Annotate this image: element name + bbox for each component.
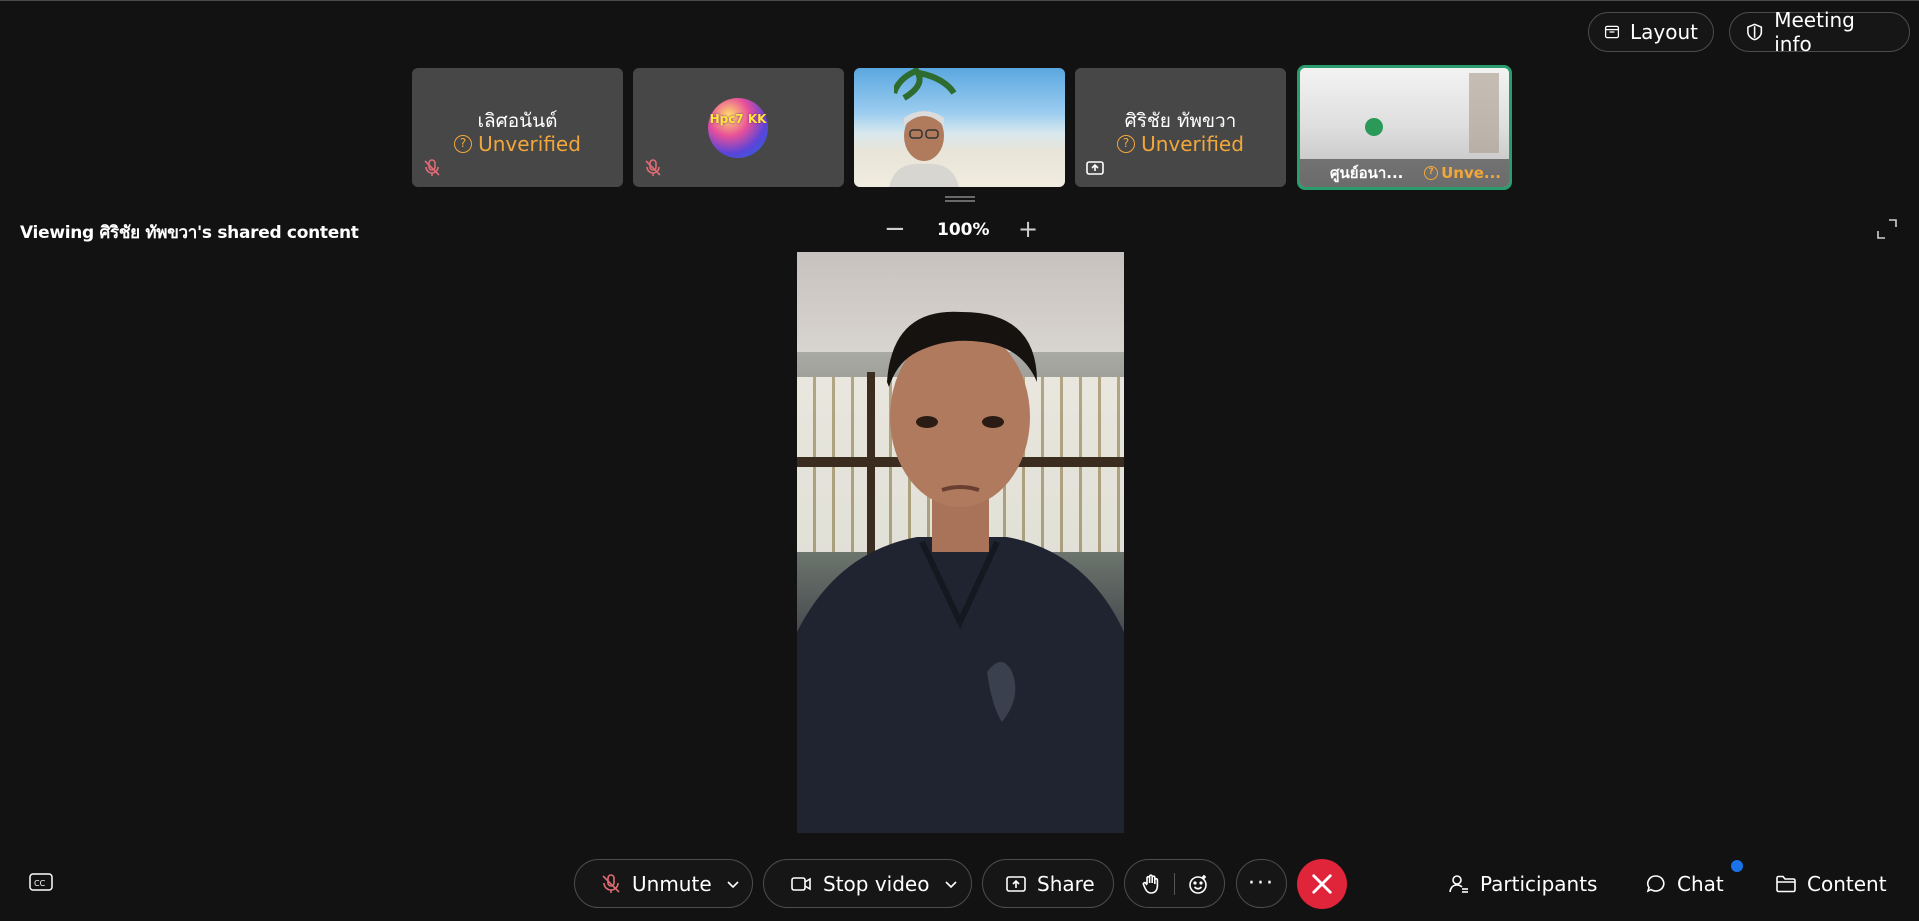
participant-video-tile[interactable] (854, 68, 1065, 187)
status-label: Unverified (1141, 132, 1244, 156)
closed-captions-icon[interactable]: CC (29, 873, 53, 893)
resize-handle[interactable] (945, 196, 975, 202)
shared-content-video (797, 252, 1124, 833)
svg-text:CC: CC (34, 879, 46, 888)
more-icon: ··· (1248, 871, 1275, 896)
zoom-level: 100% (937, 220, 990, 240)
content-label: Content (1807, 872, 1887, 896)
organization-logo (1365, 118, 1383, 136)
zoom-in-button[interactable]: + (1018, 217, 1038, 242)
layout-label: Layout (1630, 20, 1698, 44)
share-screen-icon (1086, 161, 1104, 175)
participant-overlay: ศูนย์อนา... ? Unve... (1300, 159, 1509, 187)
camera-icon (791, 876, 811, 891)
meeting-info-button[interactable]: Meeting info (1729, 8, 1910, 56)
window-top-border (0, 0, 1919, 1)
stop-video-button[interactable]: Stop video (763, 859, 972, 908)
unmute-button[interactable]: Unmute (574, 859, 753, 908)
layout-icon (1604, 25, 1620, 39)
content-button[interactable]: Content (1775, 872, 1887, 896)
verification-status: ? Unve... (1424, 164, 1501, 182)
layout-button[interactable]: Layout (1588, 12, 1714, 52)
status-label: Unverified (478, 132, 581, 156)
meeting-info-label: Meeting info (1774, 8, 1855, 56)
more-options-button[interactable]: ··· (1236, 859, 1287, 908)
participant-tile[interactable]: เลิศอนันต์ ? Unverified (412, 68, 623, 187)
question-icon: ? (1117, 135, 1136, 153)
verification-status: ? Unverified (1075, 132, 1286, 156)
close-icon (1312, 874, 1332, 894)
mic-off-icon (602, 873, 620, 893)
chat-button[interactable]: Chat (1645, 872, 1724, 896)
presenter-figure (797, 311, 1124, 833)
participant-tile[interactable]: Hpc7 KK (633, 68, 844, 187)
question-icon: ? (1424, 166, 1439, 180)
mic-off-icon (424, 159, 440, 176)
share-screen-icon (1006, 875, 1026, 892)
unread-badge (1731, 860, 1743, 872)
curtain (1469, 73, 1499, 153)
verification-status: ? Unverified (412, 132, 623, 156)
participants-label: Participants (1480, 872, 1598, 896)
chevron-down-icon[interactable] (726, 877, 740, 891)
reactions-group (1124, 859, 1225, 908)
emoji-icon[interactable] (1187, 873, 1209, 895)
mic-off-icon (645, 159, 661, 176)
chat-icon (1646, 875, 1665, 893)
chevron-down-icon[interactable] (944, 877, 958, 891)
participant-video-tile-active[interactable]: ศูนย์อนา... ? Unve... (1297, 65, 1512, 190)
participant-tile[interactable]: ศิริชัย ทัพขวา ? Unverified (1075, 68, 1286, 187)
status-label: Unve... (1441, 164, 1501, 182)
shared-content-title: Viewing ศิริชัย ทัพขวา's shared content (20, 223, 359, 243)
question-icon: ? (454, 135, 473, 153)
share-label: Share (1037, 871, 1095, 896)
stop-video-label: Stop video (823, 871, 930, 896)
folder-icon (1776, 875, 1796, 893)
avatar: Hpc7 KK (708, 98, 768, 158)
zoom-out-button[interactable]: − (884, 216, 906, 242)
unmute-label: Unmute (632, 871, 712, 896)
raise-hand-icon[interactable] (1140, 873, 1162, 895)
shield-icon (1747, 23, 1763, 41)
chat-label: Chat (1677, 872, 1724, 896)
leave-meeting-button[interactable] (1297, 859, 1347, 909)
participants-button[interactable]: Participants (1448, 872, 1597, 896)
participant-video-person (889, 111, 959, 187)
participants-icon (1449, 875, 1468, 893)
divider (1174, 872, 1175, 895)
expand-icon[interactable] (1876, 218, 1898, 240)
participant-name: ศูนย์อนา... (1330, 164, 1404, 182)
share-button[interactable]: Share (982, 859, 1114, 908)
